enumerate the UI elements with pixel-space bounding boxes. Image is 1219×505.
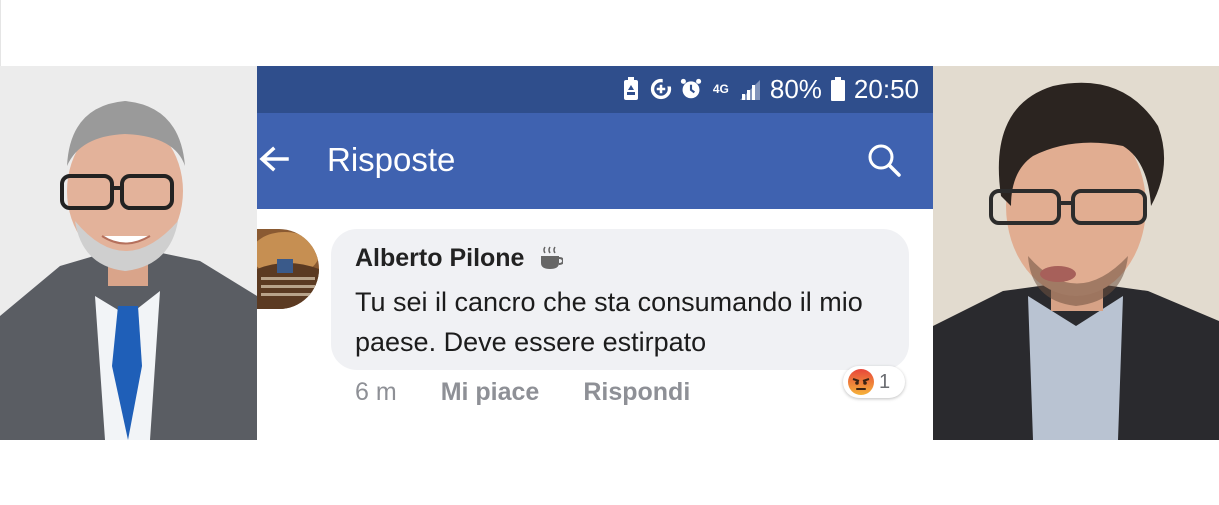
avatar[interactable] <box>257 229 319 309</box>
battery-icon <box>830 77 846 101</box>
reply-button[interactable]: Rispondi <box>583 378 690 407</box>
reaction-count: 1 <box>879 370 891 393</box>
portrait-photo-left <box>0 66 257 440</box>
top-margin <box>0 0 1219 66</box>
young-man-image <box>933 66 1219 440</box>
network-type-icon: 4G <box>710 78 732 100</box>
search-icon[interactable] <box>867 143 901 177</box>
angry-icon <box>847 368 875 396</box>
like-button[interactable]: Mi piace <box>441 378 540 407</box>
back-arrow-icon[interactable] <box>257 143 289 175</box>
page-title: Risposte <box>327 141 456 178</box>
signal-icon <box>739 78 762 100</box>
clock: 20:50 <box>853 74 919 104</box>
portrait-photo-right <box>933 66 1219 440</box>
reaction-summary[interactable]: 1 <box>843 366 905 398</box>
battery-percent: 80% <box>769 74 822 104</box>
app-bar: Risposte <box>257 113 933 209</box>
network-type-label: 4G <box>712 82 729 96</box>
status-bar: 4G 80% 20:50 <box>257 66 933 113</box>
comment-time: 6 m <box>355 377 397 406</box>
comment-text: Tu sei il cancro che sta consumando il m… <box>355 287 863 357</box>
man-in-suit-image <box>0 66 257 440</box>
facebook-reply-screen: 4G 80% 20:50 Risposte Alberto Pilone Tu … <box>257 66 933 440</box>
alarm-icon <box>680 78 702 100</box>
data-saver-icon <box>650 78 672 100</box>
comment-author[interactable]: Alberto Pilone <box>355 243 524 273</box>
comment-bubble: Alberto Pilone Tu sei il cancro che sta … <box>331 229 909 370</box>
comment-actions: 6 m Mi piace Rispondi <box>355 374 734 410</box>
coffee-cup-icon <box>539 245 565 271</box>
battery-saver-icon <box>620 77 642 100</box>
